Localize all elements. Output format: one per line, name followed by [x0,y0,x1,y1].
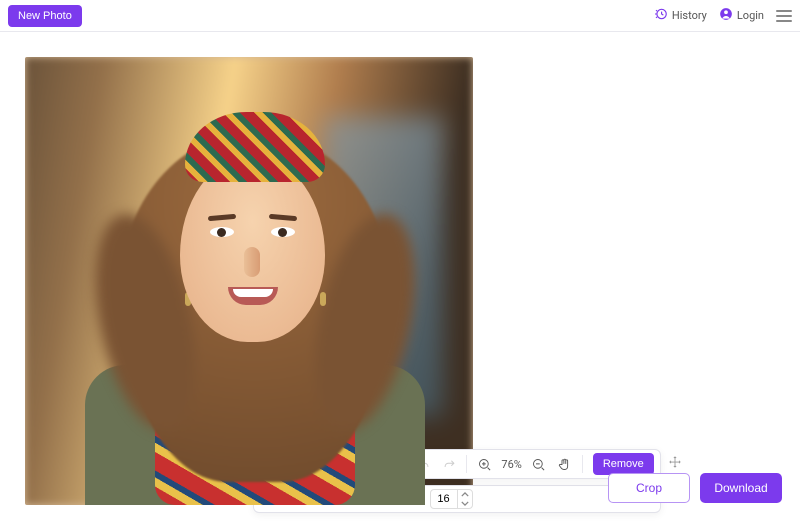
action-buttons: Crop Download [608,473,782,503]
zoom-out-icon[interactable] [528,453,550,475]
zoom-percentage: 76% [499,458,523,471]
user-icon [719,7,733,24]
step-up-icon[interactable] [458,490,472,499]
new-photo-button[interactable]: New Photo [8,5,82,27]
pan-hand-icon[interactable] [554,453,576,475]
image-canvas[interactable] [25,57,473,505]
history-label: History [672,9,707,22]
editor-main: Brush 76% Remove Brush Size [0,32,800,529]
brush-size-stepper[interactable] [430,489,473,509]
header-bar: New Photo History Login [0,0,800,32]
hamburger-menu-icon[interactable] [776,7,792,25]
login-label: Login [737,9,764,22]
zoom-in-icon[interactable] [473,453,495,475]
redo-icon[interactable] [438,453,460,475]
login-button[interactable]: Login [719,7,764,24]
header-right: History Login [654,7,792,25]
move-toolbar-handle-icon[interactable] [668,454,682,473]
history-icon [654,7,668,24]
history-button[interactable]: History [654,7,707,24]
download-button[interactable]: Download [700,473,782,503]
step-down-icon[interactable] [458,499,472,508]
brush-size-input[interactable] [431,493,457,505]
remove-button[interactable]: Remove [593,453,654,475]
crop-button[interactable]: Crop [608,473,690,503]
